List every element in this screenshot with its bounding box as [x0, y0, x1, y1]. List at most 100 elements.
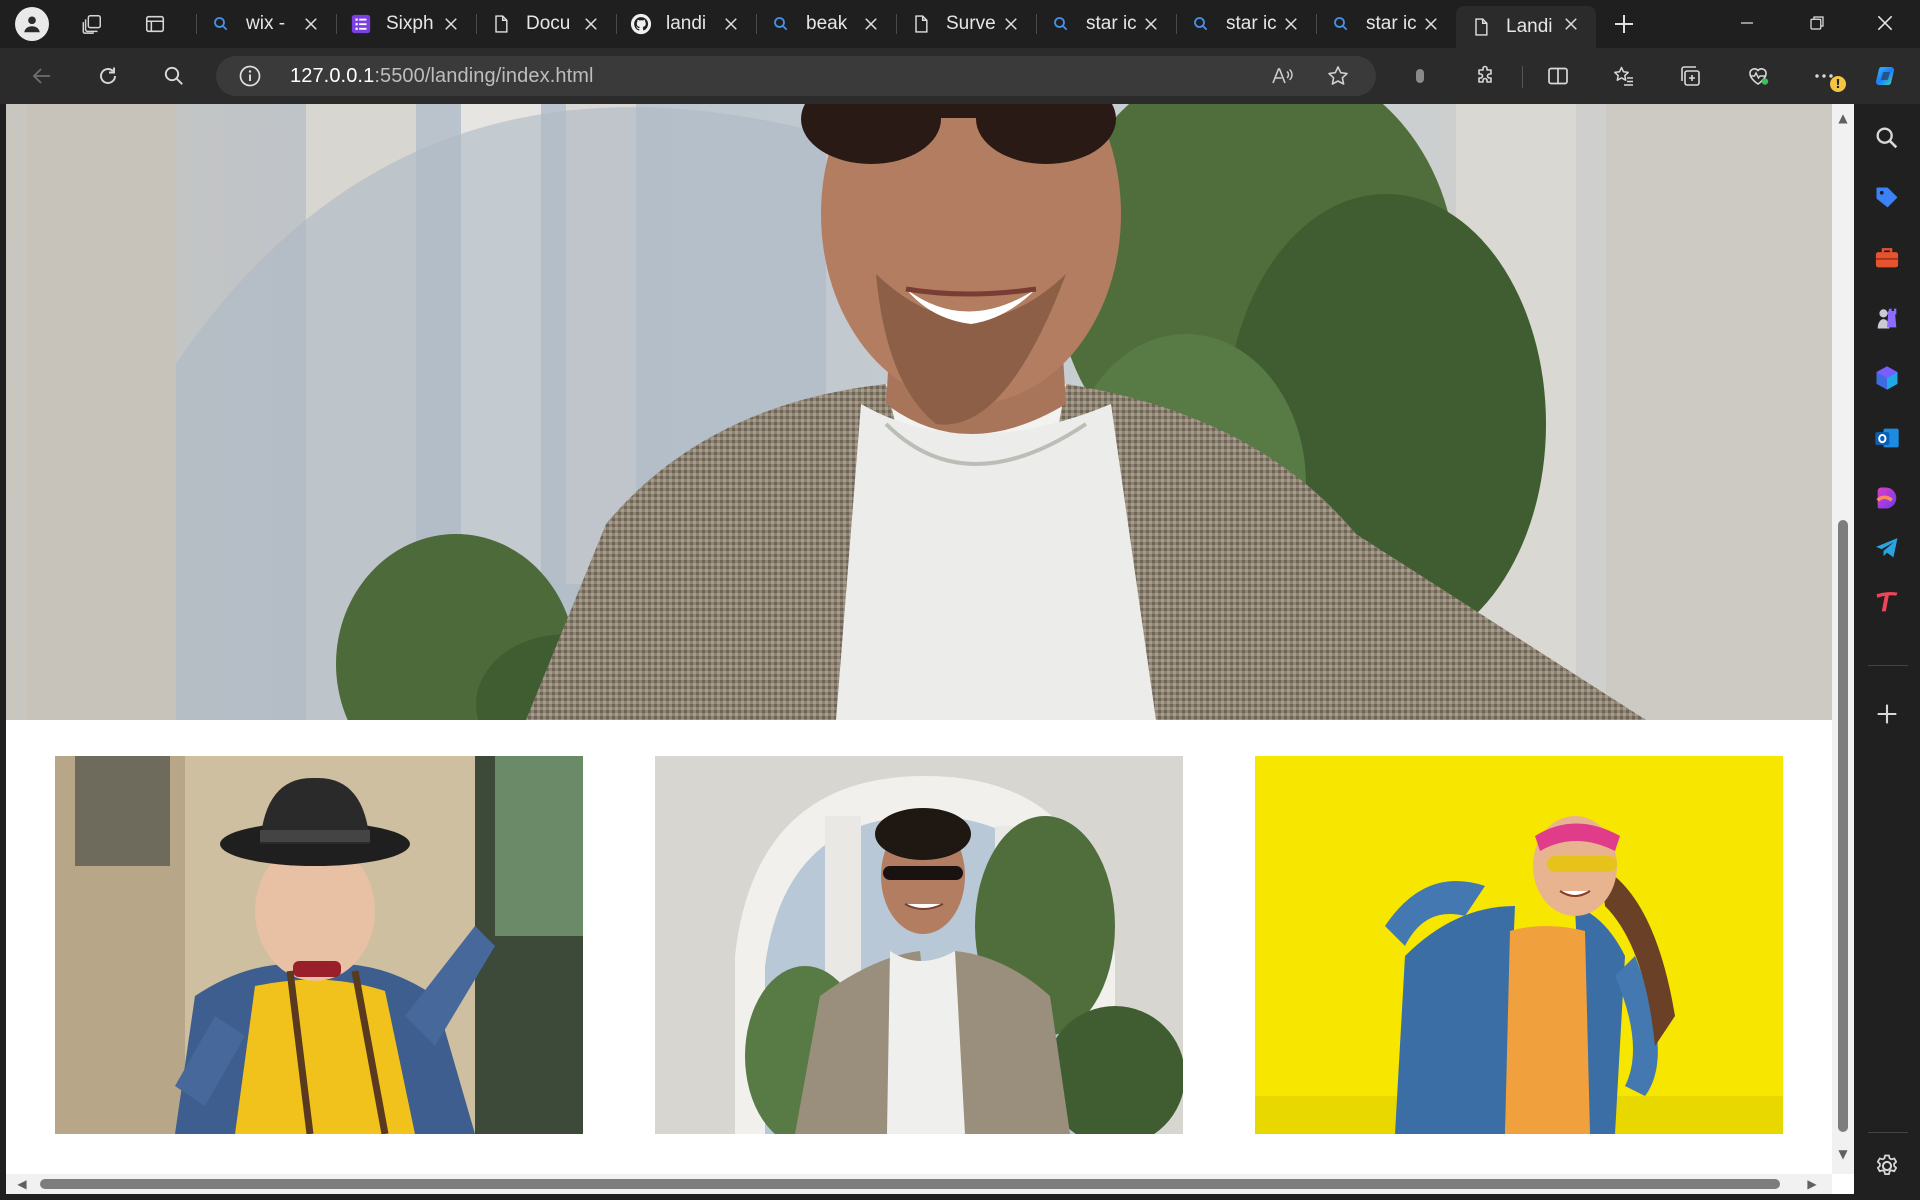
- tab-actions-button[interactable]: [137, 6, 173, 42]
- sidebar-designer-button[interactable]: [1871, 482, 1903, 514]
- sidebar-games-button[interactable]: [1871, 302, 1903, 334]
- price-tag-icon: [1876, 187, 1898, 208]
- new-tab-button[interactable]: [1606, 6, 1642, 42]
- close-icon[interactable]: [1140, 13, 1162, 35]
- man-under-arch-photo: [655, 756, 1183, 1134]
- browser-essentials-button[interactable]: [1740, 58, 1776, 94]
- search-icon: [1876, 127, 1898, 149]
- address-bar[interactable]: 127.0.0.1:5500/landing/index.html: [216, 56, 1376, 96]
- extension-blob-icon: [1416, 69, 1424, 83]
- tab-sixph[interactable]: Sixph: [336, 6, 476, 42]
- tab-wix[interactable]: wix -: [196, 6, 336, 42]
- tab-star-icon-3[interactable]: star ic: [1316, 6, 1456, 42]
- tab-strip: wix - Sixph Docu landi beak Surve star i…: [0, 0, 1920, 48]
- restore-icon: [1810, 16, 1824, 30]
- tab-title: Surve: [946, 13, 996, 34]
- close-icon[interactable]: [440, 13, 462, 35]
- tab-landing-github[interactable]: landi: [616, 6, 756, 42]
- horizontal-scrollbar[interactable]: ◀ ▶: [6, 1174, 1832, 1194]
- sidebar-search-button[interactable]: [1871, 122, 1903, 154]
- search-icon: [1050, 13, 1072, 35]
- extensions-button[interactable]: [1468, 58, 1504, 94]
- sidebar-telegram-button[interactable]: [1871, 532, 1903, 564]
- document-icon: [490, 13, 512, 35]
- sidebar-settings-button[interactable]: [1871, 1150, 1903, 1182]
- chess-piece-icon: [1877, 308, 1897, 329]
- sidebar-shopping-button[interactable]: [1871, 182, 1903, 214]
- sidebar-add-button[interactable]: [1871, 698, 1903, 730]
- workspaces-button[interactable]: [74, 6, 110, 42]
- close-icon[interactable]: [580, 13, 602, 35]
- url-text: 127.0.0.1:5500/landing/index.html: [290, 65, 594, 88]
- tab-star-icon-1[interactable]: star ic: [1036, 6, 1176, 42]
- vertical-scroll-thumb[interactable]: [1838, 520, 1848, 1132]
- tab-title: star ic: [1086, 13, 1137, 34]
- hero-image: [6, 104, 1832, 720]
- scroll-up-arrow-icon[interactable]: ▲: [1837, 112, 1849, 124]
- collections-icon: [1681, 66, 1700, 86]
- toolbar-divider: [1522, 66, 1523, 88]
- vertical-scrollbar[interactable]: ▲ ▼: [1832, 104, 1854, 1174]
- url-host: 127.0.0.1: [290, 65, 375, 87]
- tab-beak[interactable]: beak: [756, 6, 896, 42]
- gallery-card-man: [655, 756, 1183, 1134]
- sidebar-divider: [1868, 1132, 1908, 1133]
- info-icon[interactable]: [238, 64, 262, 88]
- tab-title: star ic: [1366, 13, 1417, 34]
- sidebar-tools-button[interactable]: [1871, 242, 1903, 274]
- close-icon[interactable]: [1420, 13, 1442, 35]
- reload-button[interactable]: [90, 58, 126, 94]
- tab-survey[interactable]: Surve: [896, 6, 1036, 42]
- tab-star-icon-2[interactable]: star ic: [1176, 6, 1316, 42]
- split-screen-icon: [1548, 67, 1568, 85]
- scroll-down-arrow-icon[interactable]: ▼: [1837, 1148, 1849, 1160]
- profile-button[interactable]: [14, 6, 50, 42]
- close-icon[interactable]: [1560, 13, 1582, 35]
- scroll-left-arrow-icon[interactable]: ◀: [16, 1178, 28, 1190]
- tab-title: Docu: [526, 13, 571, 34]
- split-screen-button[interactable]: [1540, 58, 1576, 94]
- back-button[interactable]: [24, 58, 60, 94]
- minimize-button[interactable]: [1712, 0, 1782, 46]
- close-icon[interactable]: [1280, 13, 1302, 35]
- sidebar-outlook-button[interactable]: [1871, 422, 1903, 454]
- heart-pulse-icon: [1749, 68, 1769, 85]
- close-icon[interactable]: [300, 13, 322, 35]
- url-path: :5500/landing/index.html: [374, 65, 594, 87]
- close-icon[interactable]: [860, 13, 882, 35]
- search-icon: [770, 13, 792, 35]
- search-icon: [1190, 13, 1212, 35]
- tab-title: landi: [666, 13, 707, 34]
- puzzle-icon: [1478, 65, 1492, 83]
- favorites-button[interactable]: [1606, 58, 1642, 94]
- warning-badge: !: [1830, 76, 1846, 92]
- read-aloud-icon[interactable]: [1270, 64, 1294, 88]
- sidebar-office-button[interactable]: [1871, 362, 1903, 394]
- scroll-right-arrow-icon[interactable]: ▶: [1806, 1178, 1818, 1190]
- tab-docu[interactable]: Docu: [476, 6, 616, 42]
- microsoft365-icon: [1876, 366, 1898, 390]
- close-window-button[interactable]: [1850, 0, 1920, 46]
- plus-icon: [1615, 15, 1633, 33]
- close-icon[interactable]: [720, 13, 742, 35]
- page-viewport: ▲ ▼ ◀ ▶: [6, 104, 1854, 1194]
- gear-icon: [1876, 1154, 1898, 1176]
- favorite-star-icon[interactable]: [1326, 64, 1350, 88]
- collections-button[interactable]: [1672, 58, 1708, 94]
- designer-icon: [1876, 487, 1897, 509]
- arrow-left-icon: [32, 68, 50, 84]
- tab-title: wix -: [246, 13, 286, 34]
- tab-landing-active[interactable]: Landi: [1456, 6, 1596, 48]
- reload-icon: [100, 67, 116, 84]
- person-icon: [24, 16, 40, 33]
- horizontal-scroll-thumb[interactable]: [40, 1179, 1780, 1189]
- favorites-list-icon: [1614, 66, 1633, 86]
- close-icon[interactable]: [1000, 13, 1022, 35]
- copilot-button[interactable]: [1868, 58, 1904, 94]
- search-button[interactable]: [156, 58, 192, 94]
- extension-pin-button[interactable]: [1402, 58, 1438, 94]
- tab-title: Landi: [1506, 16, 1553, 37]
- restore-button[interactable]: [1782, 0, 1852, 46]
- boy-in-hat-photo: [55, 756, 583, 1134]
- sidebar-app-button[interactable]: [1871, 586, 1903, 618]
